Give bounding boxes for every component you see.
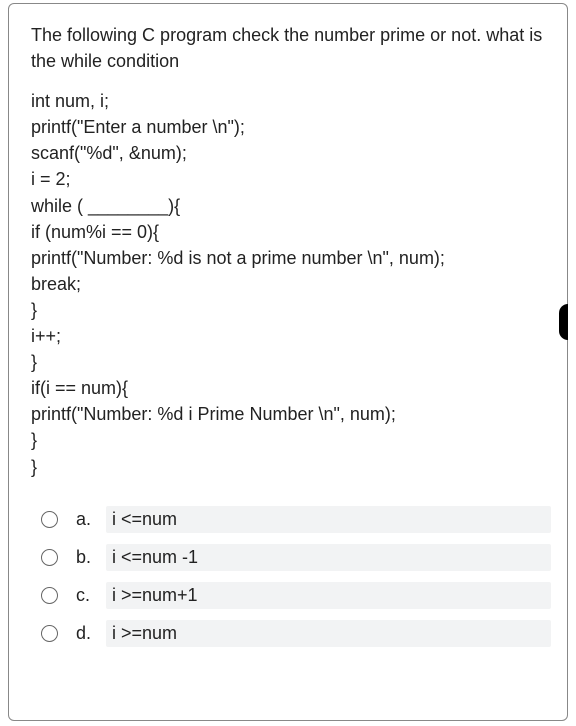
radio-icon[interactable] bbox=[41, 549, 58, 566]
radio-icon[interactable] bbox=[41, 625, 58, 642]
option-text: i <=num bbox=[106, 506, 551, 533]
radio-icon[interactable] bbox=[41, 511, 58, 528]
option-text: i >=num+1 bbox=[106, 582, 551, 609]
option-text: i >=num bbox=[106, 620, 551, 647]
option-c[interactable]: c. i >=num+1 bbox=[31, 582, 551, 609]
option-text: i <=num -1 bbox=[106, 544, 551, 571]
option-a[interactable]: a. i <=num bbox=[31, 506, 551, 533]
radio-icon[interactable] bbox=[41, 587, 58, 604]
question-prompt: The following C program check the number… bbox=[31, 22, 551, 74]
option-d[interactable]: d. i >=num bbox=[31, 620, 551, 647]
question-card: The following C program check the number… bbox=[8, 3, 568, 721]
chevron-left-icon[interactable] bbox=[559, 304, 568, 340]
code-block: int num, i; printf("Enter a number \n");… bbox=[31, 88, 551, 479]
option-letter: a. bbox=[76, 509, 106, 530]
options-list: a. i <=num b. i <=num -1 c. i >=num+1 d.… bbox=[31, 506, 551, 647]
option-letter: d. bbox=[76, 623, 106, 644]
option-b[interactable]: b. i <=num -1 bbox=[31, 544, 551, 571]
option-letter: c. bbox=[76, 585, 106, 606]
option-letter: b. bbox=[76, 547, 106, 568]
